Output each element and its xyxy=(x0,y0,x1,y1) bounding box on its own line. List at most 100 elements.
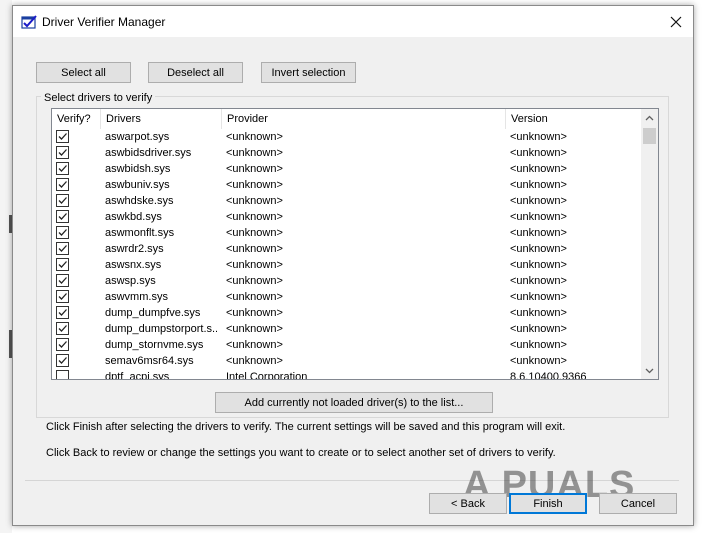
invert-selection-button[interactable]: Invert selection xyxy=(261,62,356,83)
table-row[interactable]: dptf_acpi.sys Intel Corporation 8.6.10400.… xyxy=(52,369,641,380)
column-header-verify[interactable]: Verify? xyxy=(52,109,101,129)
provider-cell: Intel Corporation xyxy=(226,371,308,380)
provider-cell: <unknown> xyxy=(226,163,283,175)
driver-name-cell: aswbuniv.sys xyxy=(105,179,170,191)
version-cell: <unknown> xyxy=(510,291,567,303)
provider-cell: <unknown> xyxy=(226,227,283,239)
provider-cell: <unknown> xyxy=(226,211,283,223)
version-cell: <unknown> xyxy=(510,339,567,351)
driver-name-cell: aswbidsdriver.sys xyxy=(105,147,192,159)
table-row[interactable]: aswmonflt.sys <unknown> <unknown> xyxy=(52,225,641,241)
deselect-all-button[interactable]: Deselect all xyxy=(148,62,243,83)
provider-cell: <unknown> xyxy=(226,259,283,271)
driver-name-cell: aswarpot.sys xyxy=(105,131,170,143)
driver-name-cell: dump_dumpstorport.s... xyxy=(105,323,217,335)
scroll-down-button[interactable] xyxy=(641,362,658,379)
instruction-back: Click Back to review or change the setti… xyxy=(46,447,556,459)
finish-button[interactable]: Finish xyxy=(509,493,587,514)
cancel-button[interactable]: Cancel xyxy=(599,493,677,514)
table-row[interactable]: dump_dumpstorport.s... <unknown> <unknown> xyxy=(52,321,641,337)
provider-cell: <unknown> xyxy=(226,323,283,335)
driver-name-cell: dump_dumpfve.sys xyxy=(105,307,201,319)
verify-checkbox[interactable] xyxy=(56,258,69,271)
provider-cell: <unknown> xyxy=(226,179,283,191)
table-row[interactable]: aswsnx.sys <unknown> <unknown> xyxy=(52,257,641,273)
verify-checkbox[interactable] xyxy=(56,274,69,287)
close-button[interactable] xyxy=(659,6,693,37)
vertical-scrollbar[interactable] xyxy=(641,109,658,379)
version-cell: <unknown> xyxy=(510,227,567,239)
driver-name-cell: aswrdr2.sys xyxy=(105,243,164,255)
verify-checkbox[interactable] xyxy=(56,194,69,207)
verify-checkbox[interactable] xyxy=(56,306,69,319)
version-cell: <unknown> xyxy=(510,275,567,287)
checkmark-icon xyxy=(58,309,67,316)
verify-checkbox[interactable] xyxy=(56,322,69,335)
scroll-up-button[interactable] xyxy=(641,109,658,126)
version-cell: <unknown> xyxy=(510,179,567,191)
driver-list[interactable]: Verify? Drivers Provider Version aswarpo… xyxy=(51,108,659,380)
table-row[interactable]: aswbidsdriver.sys <unknown> <unknown> xyxy=(52,145,641,161)
provider-cell: <unknown> xyxy=(226,195,283,207)
column-header-drivers[interactable]: Drivers xyxy=(101,109,222,129)
title-bar[interactable]: Driver Verifier Manager xyxy=(13,6,693,37)
driver-name-cell: aswkbd.sys xyxy=(105,211,162,223)
verify-checkbox[interactable] xyxy=(56,354,69,367)
table-row[interactable]: aswvmm.sys <unknown> <unknown> xyxy=(52,289,641,305)
version-cell: 8.6.10400.9366 xyxy=(510,371,587,380)
verify-checkbox[interactable] xyxy=(56,210,69,223)
driver-name-cell: aswbidsh.sys xyxy=(105,163,171,175)
version-cell: <unknown> xyxy=(510,243,567,255)
table-row[interactable]: dump_dumpfve.sys <unknown> <unknown> xyxy=(52,305,641,321)
table-row[interactable]: aswbidsh.sys <unknown> <unknown> xyxy=(52,161,641,177)
instruction-finish: Click Finish after selecting the drivers… xyxy=(46,421,566,433)
version-cell: <unknown> xyxy=(510,323,567,335)
table-row[interactable]: dump_stornvme.sys <unknown> <unknown> xyxy=(52,337,641,353)
version-cell: <unknown> xyxy=(510,259,567,271)
verify-checkbox[interactable] xyxy=(56,146,69,159)
checkmark-icon xyxy=(58,165,67,172)
verifier-app-icon xyxy=(21,15,37,29)
verify-checkbox[interactable] xyxy=(56,242,69,255)
driver-name-cell: semav6msr64.sys xyxy=(105,355,194,367)
provider-cell: <unknown> xyxy=(226,355,283,367)
verify-checkbox[interactable] xyxy=(56,338,69,351)
driver-name-cell: aswsnx.sys xyxy=(105,259,162,271)
provider-cell: <unknown> xyxy=(226,147,283,159)
checkmark-icon xyxy=(58,357,67,364)
add-not-loaded-drivers-button[interactable]: Add currently not loaded driver(s) to th… xyxy=(215,392,493,413)
verify-checkbox[interactable] xyxy=(56,370,69,379)
back-button[interactable]: < Back xyxy=(429,493,507,514)
version-cell: <unknown> xyxy=(510,307,567,319)
version-cell: <unknown> xyxy=(510,131,567,143)
version-cell: <unknown> xyxy=(510,147,567,159)
select-all-button[interactable]: Select all xyxy=(36,62,131,83)
verify-checkbox[interactable] xyxy=(56,178,69,191)
close-icon xyxy=(670,16,682,27)
checkmark-icon xyxy=(58,213,67,220)
provider-cell: <unknown> xyxy=(226,131,283,143)
verify-checkbox[interactable] xyxy=(56,290,69,303)
verify-checkbox[interactable] xyxy=(56,162,69,175)
list-rows: aswarpot.sys <unknown> <unknown> aswbidsdri… xyxy=(52,129,641,380)
driver-name-cell: aswsp.sys xyxy=(105,275,156,287)
table-row[interactable]: aswbuniv.sys <unknown> <unknown> xyxy=(52,177,641,193)
checkmark-icon xyxy=(58,229,67,236)
driver-name-cell: dptf_acpi.sys xyxy=(105,371,170,380)
table-row[interactable]: semav6msr64.sys <unknown> <unknown> xyxy=(52,353,641,369)
column-header-version[interactable]: Version xyxy=(506,109,641,129)
table-row[interactable]: aswkbd.sys <unknown> <unknown> xyxy=(52,209,641,225)
verify-checkbox[interactable] xyxy=(56,130,69,143)
checkmark-icon xyxy=(58,197,67,204)
provider-cell: <unknown> xyxy=(226,307,283,319)
scrollbar-thumb[interactable] xyxy=(643,128,656,144)
verify-checkbox[interactable] xyxy=(56,226,69,239)
table-row[interactable]: aswsp.sys <unknown> <unknown> xyxy=(52,273,641,289)
checkmark-icon xyxy=(58,133,67,140)
table-row[interactable]: aswhdske.sys <unknown> <unknown> xyxy=(52,193,641,209)
column-header-provider[interactable]: Provider xyxy=(222,109,506,129)
table-row[interactable]: aswrdr2.sys <unknown> <unknown> xyxy=(52,241,641,257)
checkmark-icon xyxy=(58,261,67,268)
window-title: Driver Verifier Manager xyxy=(42,15,166,29)
table-row[interactable]: aswarpot.sys <unknown> <unknown> xyxy=(52,129,641,145)
